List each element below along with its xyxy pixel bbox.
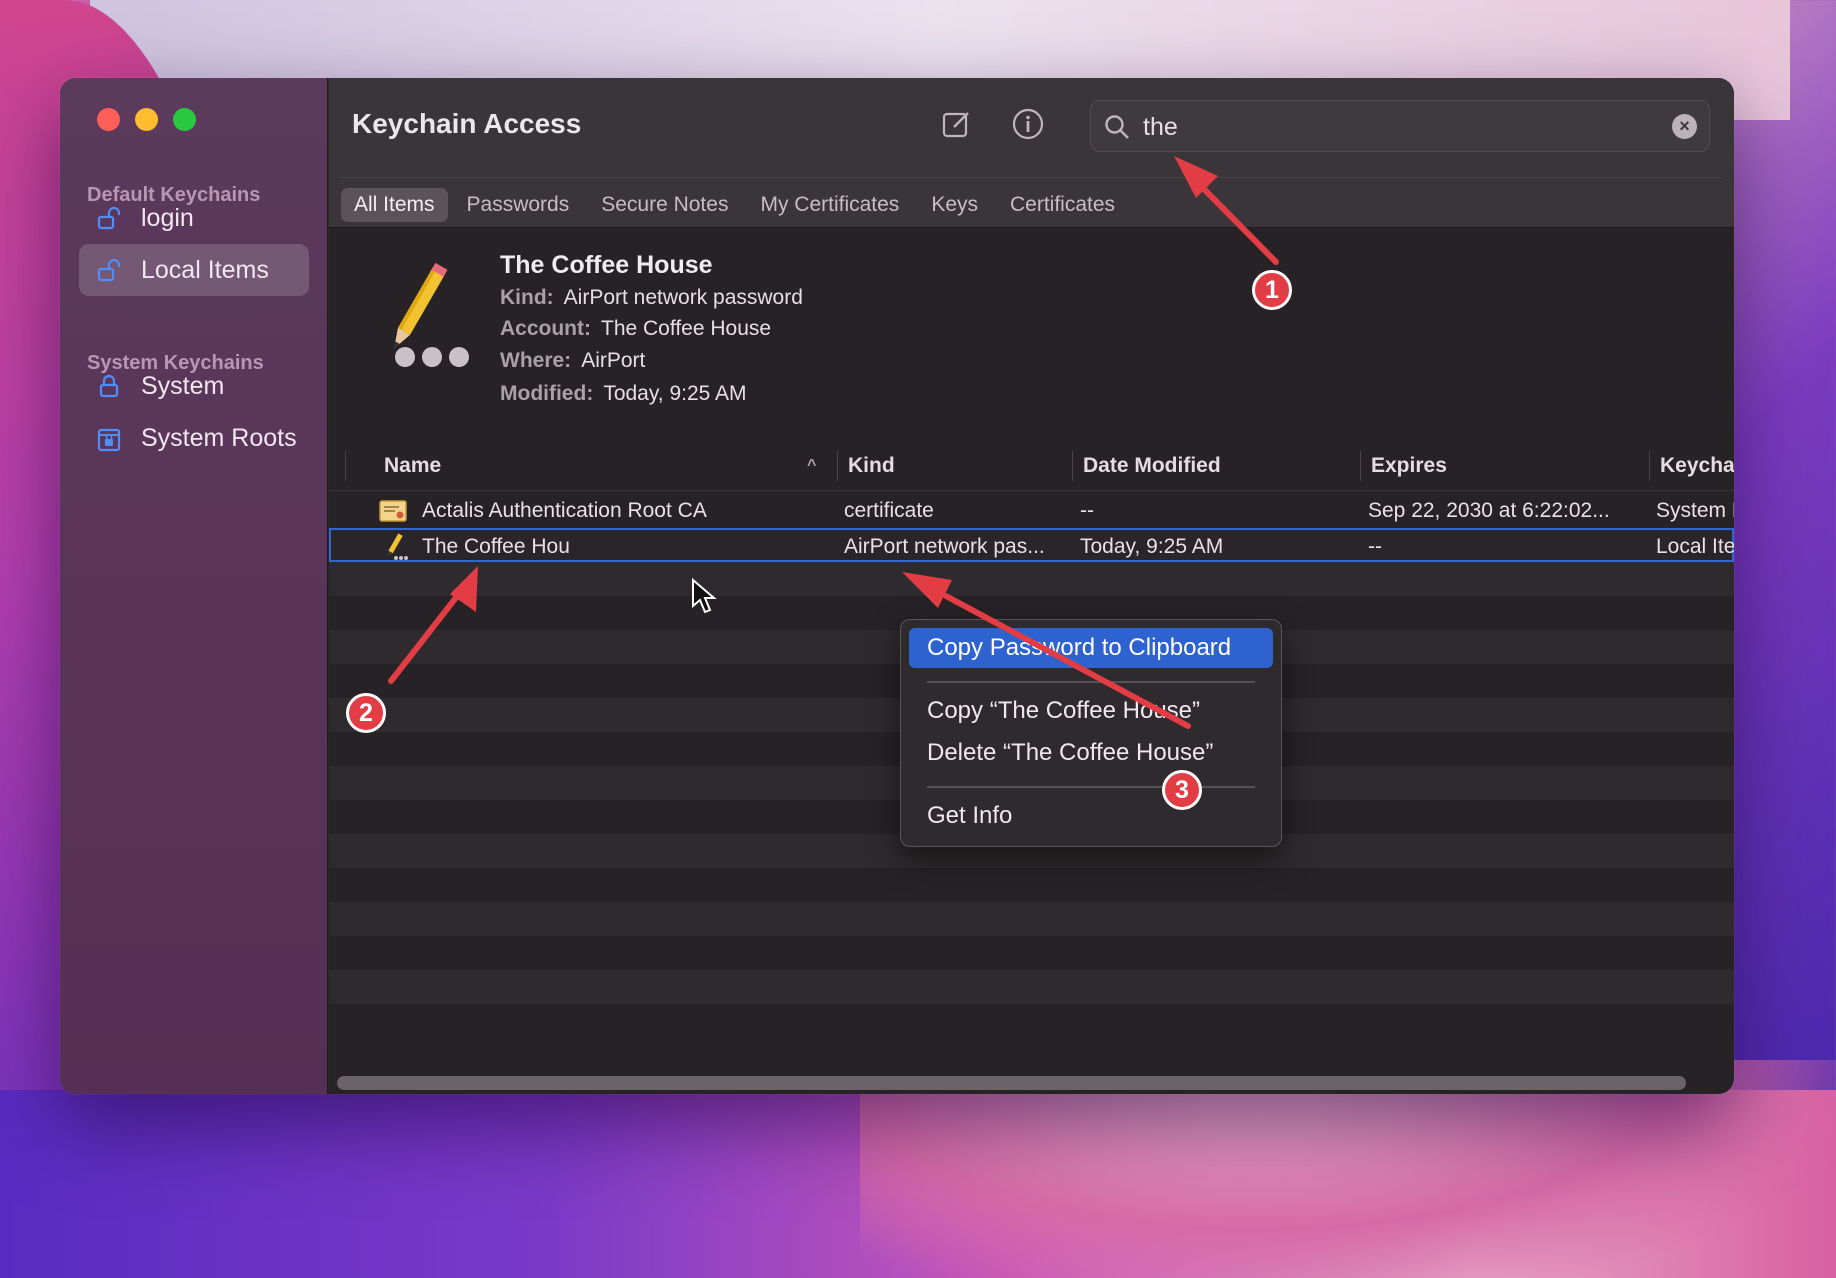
- empty-row: [329, 970, 1734, 1004]
- detail-where: Where: AirPort: [500, 349, 646, 372]
- password-pencil-icon: [379, 530, 409, 564]
- column-header-name[interactable]: Name: [384, 441, 441, 491]
- get-info-menu-item[interactable]: Get Info: [909, 796, 1273, 836]
- sort-ascending-icon[interactable]: ^: [807, 441, 816, 491]
- info-icon: [1012, 108, 1044, 140]
- column-divider: [345, 451, 346, 481]
- search-field[interactable]: ×: [1090, 100, 1710, 152]
- column-header-date-modified[interactable]: Date Modified: [1083, 441, 1221, 491]
- sidebar-item-label: System Roots: [141, 423, 297, 452]
- keychain-window: Default Keychains login Local Items Syst…: [60, 78, 1734, 1094]
- sidebar-item-label: Local Items: [141, 255, 269, 284]
- column-divider[interactable]: [1649, 451, 1650, 481]
- sidebar-item-login[interactable]: login: [79, 192, 309, 244]
- sidebar: Default Keychains login Local Items Syst…: [60, 78, 328, 1094]
- row-name: Actalis Authentication Root CA: [422, 499, 707, 522]
- window-controls: [97, 108, 196, 131]
- minimize-window-button[interactable]: [135, 108, 158, 131]
- column-divider[interactable]: [1360, 451, 1361, 481]
- unlock-icon: [95, 256, 123, 284]
- new-item-button[interactable]: [939, 106, 975, 142]
- tab-keys[interactable]: Keys: [918, 188, 991, 222]
- horizontal-scrollbar[interactable]: [337, 1076, 1686, 1090]
- row-keychain: Local Items: [1656, 535, 1734, 558]
- copy-password-menu-item[interactable]: Copy Password to Clipboard: [909, 628, 1273, 668]
- copy-name-menu-item[interactable]: Copy “The Coffee House”: [909, 691, 1273, 731]
- delete-item-menu-item[interactable]: Delete “The Coffee House”: [909, 733, 1273, 773]
- sidebar-item-system-roots[interactable]: System Roots: [79, 412, 309, 464]
- tab-my-certificates[interactable]: My Certificates: [747, 188, 912, 222]
- table-row-selected[interactable]: The Coffee Hou AirPort network pas... To…: [329, 528, 1734, 562]
- sidebar-item-local-items[interactable]: Local Items: [79, 244, 309, 296]
- locked-cabinet-icon: [95, 424, 123, 452]
- main-pane: Keychain Access × All Items Passwords Se…: [329, 78, 1734, 1094]
- lock-icon: [95, 372, 123, 400]
- detail-title: The Coffee House: [500, 251, 713, 279]
- search-input[interactable]: [1143, 109, 1643, 145]
- menu-separator: [927, 681, 1255, 683]
- app-title: Keychain Access: [352, 108, 582, 139]
- tab-certificates[interactable]: Certificates: [997, 188, 1128, 222]
- empty-row: [329, 902, 1734, 936]
- row-keychain: System Roots: [1656, 499, 1734, 522]
- annotation-badge-1: 1: [1252, 270, 1292, 310]
- info-button[interactable]: [1010, 106, 1046, 142]
- zoom-window-button[interactable]: [173, 108, 196, 131]
- detail-modified: Modified: Today, 9:25 AM: [500, 382, 747, 405]
- row-name: The Coffee Hou: [422, 535, 570, 558]
- detail-account: Account: The Coffee House: [500, 317, 772, 340]
- annotation-badge-3: 3: [1162, 770, 1202, 810]
- toolbar: Keychain Access × All Items Passwords Se…: [329, 78, 1734, 228]
- detail-kind: Kind: AirPort network password: [500, 286, 803, 309]
- row-date: --: [1080, 499, 1094, 522]
- table-header: Name ^ Kind Date Modified Expires Keycha…: [329, 441, 1734, 491]
- table-row[interactable]: Actalis Authentication Root CA certifica…: [329, 494, 1734, 528]
- sidebar-item-system[interactable]: System: [79, 360, 309, 412]
- sidebar-item-label: login: [141, 203, 194, 232]
- sidebar-item-label: System: [141, 371, 225, 400]
- context-menu: Copy Password to Clipboard Copy “The Cof…: [900, 619, 1282, 847]
- tab-secure-notes[interactable]: Secure Notes: [588, 188, 741, 222]
- column-divider[interactable]: [837, 451, 838, 481]
- unlock-icon: [95, 204, 123, 232]
- row-date: Today, 9:25 AM: [1080, 535, 1224, 558]
- tab-passwords[interactable]: Passwords: [454, 188, 583, 222]
- row-kind: AirPort network pas...: [844, 535, 1044, 558]
- toolbar-divider: [341, 177, 1722, 178]
- tab-all-items[interactable]: All Items: [341, 188, 448, 222]
- item-detail-panel: The Coffee House Kind: AirPort network pa…: [329, 229, 1734, 439]
- menu-separator: [927, 786, 1255, 788]
- password-pencil-icon: [359, 259, 469, 369]
- category-tabs: All Items Passwords Secure Notes My Cert…: [341, 188, 1128, 222]
- row-expires: --: [1368, 535, 1382, 558]
- column-header-expires[interactable]: Expires: [1371, 441, 1447, 491]
- annotation-badge-2: 2: [346, 693, 386, 733]
- search-icon: [1103, 113, 1131, 146]
- column-header-keychain[interactable]: Keychain: [1660, 441, 1734, 491]
- row-expires: Sep 22, 2030 at 6:22:02...: [1368, 499, 1610, 522]
- close-window-button[interactable]: [97, 108, 120, 131]
- row-kind: certificate: [844, 499, 934, 522]
- clear-search-icon[interactable]: ×: [1672, 114, 1697, 139]
- compose-icon: [942, 112, 969, 138]
- certificate-icon: [379, 494, 407, 528]
- empty-row: [329, 562, 1734, 596]
- column-divider[interactable]: [1072, 451, 1073, 481]
- column-header-kind[interactable]: Kind: [848, 441, 895, 491]
